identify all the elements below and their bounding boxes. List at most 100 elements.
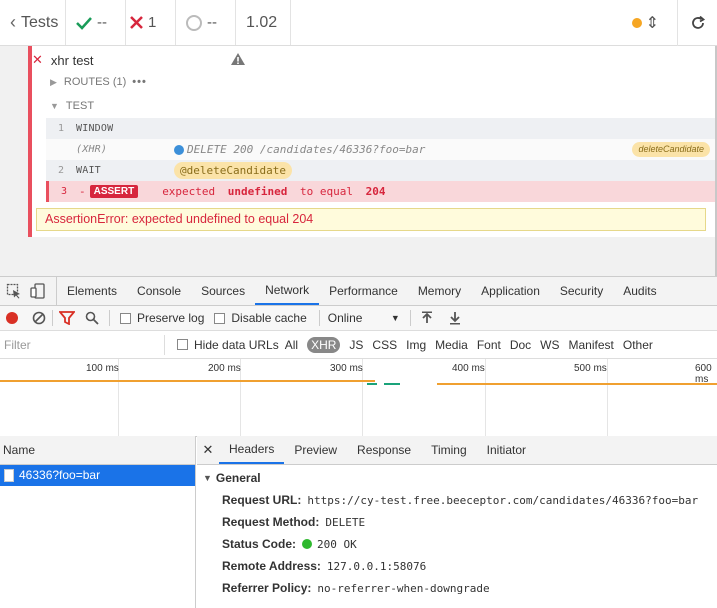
rerun-button[interactable]: [677, 0, 717, 46]
general-section-toggle[interactable]: ▼ General: [197, 465, 717, 485]
command-list: 1 WINDOW (XHR) DELETE 200 /candidates/46…: [46, 118, 717, 202]
header-value: https://cy-test.free.beeceptor.com/candi…: [307, 493, 699, 507]
command-log: ✕ xhr test ▶ ROUTES (1) ••• ▼ TEST 1 WIN…: [0, 46, 717, 276]
throttling-value: Online: [327, 311, 363, 325]
hide-data-urls-checkbox[interactable]: Hide data URLs: [177, 338, 279, 352]
disable-cache-checkbox[interactable]: Disable cache: [214, 311, 307, 325]
passed-count: --: [97, 14, 107, 31]
general-label: General: [215, 471, 261, 485]
assert-expected-value: 204: [365, 185, 386, 198]
tests-back-button[interactable]: ‹ Tests: [0, 0, 66, 45]
filter-type-xhr[interactable]: XHR: [307, 336, 341, 353]
device-toolbar-icon[interactable]: [30, 283, 46, 299]
tab-elements[interactable]: Elements: [57, 277, 127, 305]
tab-preview[interactable]: Preview: [284, 436, 347, 464]
record-button[interactable]: [6, 312, 18, 324]
request-name: 46336?foo=bar: [19, 468, 101, 482]
filter-type-all[interactable]: All: [285, 338, 298, 352]
request-details: ✕ Headers Preview Response Timing Initia…: [197, 436, 717, 608]
wait-alias-pill: @deleteCandidate: [174, 162, 292, 179]
timeline-bar: [0, 380, 375, 382]
filter-type-doc[interactable]: Doc: [510, 338, 531, 352]
filter-type-img[interactable]: Img: [406, 338, 426, 352]
fail-x-icon: ✕: [32, 52, 43, 67]
timeline-tick: 400 ms: [452, 363, 485, 374]
command-row[interactable]: 2 WAIT @deleteCandidate: [46, 160, 717, 181]
assert-message: expected undefined to equal 204: [162, 185, 385, 198]
header-value: 200 OK: [317, 537, 357, 551]
filter-type-css[interactable]: CSS: [372, 338, 397, 352]
filter-type-other[interactable]: Other: [623, 338, 653, 352]
tab-performance[interactable]: Performance: [319, 277, 408, 305]
header-value: 127.0.0.1:58076: [326, 559, 427, 573]
command-number: 2: [57, 165, 65, 176]
command-row-failed[interactable]: 3 - ASSERT expected undefined to equal 2…: [46, 181, 717, 202]
tab-initiator[interactable]: Initiator: [477, 436, 536, 464]
network-toolbar: Preserve log Disable cache Online ▼: [0, 306, 717, 331]
x-icon: [130, 16, 143, 29]
assert-word-to-equal: to equal: [300, 185, 354, 198]
tab-audits[interactable]: Audits: [613, 277, 666, 305]
tab-network[interactable]: Network: [255, 277, 320, 305]
pending-stat: --: [176, 0, 236, 45]
command-message: DELETE 200 /candidates/46336?foo=bar: [174, 143, 425, 156]
header-row-remote-address: Remote Address: 127.0.0.1:58076: [197, 555, 717, 577]
auto-scroll-toggle-icon[interactable]: ⇕: [646, 13, 659, 33]
command-row-xhr[interactable]: (XHR) DELETE 200 /candidates/46336?foo=b…: [46, 139, 717, 160]
network-overview-timeline[interactable]: 100 ms 200 ms 300 ms 400 ms 500 ms 600 m…: [0, 359, 717, 437]
filter-type-js[interactable]: JS: [349, 338, 363, 352]
status-ok-icon: [302, 539, 313, 549]
runner-header: ‹ Tests -- 1 -- 1.02 ⇕: [0, 0, 717, 46]
preserve-log-checkbox[interactable]: Preserve log: [120, 311, 204, 325]
passed-stat: --: [66, 0, 126, 45]
filter-type-media[interactable]: Media: [435, 338, 468, 352]
export-har-icon[interactable]: [449, 311, 461, 325]
tab-security[interactable]: Security: [550, 277, 613, 305]
import-har-icon[interactable]: [421, 311, 433, 325]
filter-icon[interactable]: [59, 311, 75, 325]
filter-type-ws[interactable]: WS: [540, 338, 559, 352]
assert-word-expected: expected: [162, 185, 216, 198]
command-row[interactable]: 1 WINDOW: [46, 118, 717, 139]
throttling-select[interactable]: Online ▼: [328, 311, 400, 325]
header-key: Request URL:: [222, 493, 302, 507]
inspect-element-icon[interactable]: [6, 283, 22, 299]
caret-down-icon: ▼: [203, 473, 212, 483]
devtools-panel: Elements Console Sources Network Perform…: [0, 276, 717, 608]
caret-down-icon: ▼: [50, 101, 59, 111]
close-icon[interactable]: ✕: [197, 436, 219, 464]
tab-sources[interactable]: Sources: [191, 277, 255, 305]
clear-icon[interactable]: [32, 311, 46, 325]
status-value: 200 OK: [302, 538, 357, 551]
request-row[interactable]: 46336?foo=bar: [0, 465, 195, 486]
timeline-tick: 200 ms: [208, 363, 241, 374]
detail-tab-bar: ✕ Headers Preview Response Timing Initia…: [197, 436, 717, 465]
error-message[interactable]: AssertionError: expected undefined to eq…: [36, 208, 706, 231]
network-filter-bar: Filter Hide data URLs All XHR JS CSS Img…: [0, 331, 717, 359]
more-icon[interactable]: •••: [132, 76, 147, 88]
filter-input[interactable]: Filter: [0, 334, 165, 355]
header-row-referrer-policy: Referrer Policy: no-referrer-when-downgr…: [197, 577, 717, 599]
timeline-tick: 100 ms: [86, 363, 119, 374]
test-hook[interactable]: ▼ TEST: [50, 100, 94, 112]
failed-count: 1: [148, 14, 157, 31]
dropdown-arrow-icon: ▼: [390, 313, 400, 323]
test-title[interactable]: ✕ xhr test: [32, 52, 94, 68]
tab-memory[interactable]: Memory: [408, 277, 471, 305]
name-column-header[interactable]: Name: [0, 436, 195, 465]
search-icon[interactable]: [85, 311, 99, 325]
request-list: Name 46336?foo=bar: [0, 436, 196, 608]
filter-type-manifest[interactable]: Manifest: [569, 338, 614, 352]
tab-application[interactable]: Application: [471, 277, 550, 305]
tab-timing[interactable]: Timing: [421, 436, 477, 464]
header-key: Referrer Policy:: [222, 581, 312, 595]
filter-type-font[interactable]: Font: [477, 338, 501, 352]
check-icon: [76, 16, 92, 30]
routes-hook[interactable]: ▶ ROUTES (1) •••: [50, 76, 147, 88]
tab-console[interactable]: Console: [127, 277, 191, 305]
xhr-status-dot-icon: [174, 144, 184, 155]
tab-response[interactable]: Response: [347, 436, 421, 464]
failed-test-card[interactable]: ✕ xhr test ▶ ROUTES (1) ••• ▼ TEST 1 WIN…: [28, 46, 717, 237]
test-title-text: xhr test: [50, 52, 94, 68]
tab-headers[interactable]: Headers: [219, 436, 285, 464]
